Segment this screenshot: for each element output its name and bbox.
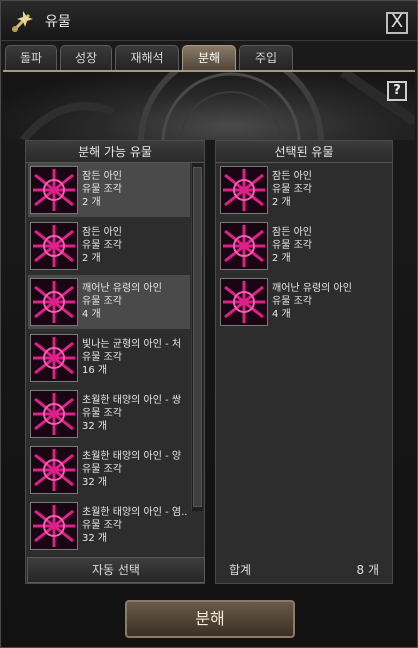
item-name: 잠든 아인 [82,227,122,238]
item-count: 32 개 [82,533,108,544]
disassemble-button[interactable]: 분해 [125,600,295,638]
item-count: 32 개 [82,421,108,432]
list-item[interactable]: 잠든 아인 유물 조각 2 개 [28,219,190,273]
relic-shard-icon [30,278,78,326]
list-item[interactable]: 초월한 태양의 아인 - 쌍 유물 조각 32 개 [28,387,190,441]
item-type: 유물 조각 [82,184,122,195]
close-button[interactable]: X [386,12,408,34]
selected-relics-panel: 선택된 유물 잠든 아인 유물 조각 2 개 잠든 아인 유물 조각 2 개 깨… [215,140,393,584]
banner-background [3,72,415,140]
item-count: 4 개 [82,309,101,320]
total-row: 합계 8 개 [215,557,393,583]
item-name: 잠든 아인 [272,227,312,238]
tab-reinterpret[interactable]: 재해석 [115,45,179,71]
list-item[interactable]: 잠든 아인 유물 조각 2 개 [218,163,380,217]
list-item[interactable]: 초월한 태양의 아인 - 양 유물 조각 32 개 [28,443,190,497]
total-value: 8 개 [356,563,380,577]
item-name: 초월한 태양의 아인 - 염.. [82,507,188,518]
list-item[interactable]: 초월한 태양의 아인 - 염.. 유물 조각 32 개 [28,499,190,553]
tab-bar: 돌파 성장 재해석 분해 주입 [1,45,417,71]
item-name: 빛나는 균형의 아인 - 처 [82,339,182,350]
relic-shard-icon [220,166,268,214]
available-relics-panel: 분해 가능 유물 잠든 아인 유물 조각 2 개 잠든 아인 유물 조각 2 개 [25,140,205,584]
item-type: 유물 조각 [272,240,312,251]
item-name: 깨어난 유령의 아인 [272,283,352,294]
item-type: 유물 조각 [82,352,122,363]
item-name: 잠든 아인 [82,171,122,182]
item-type: 유물 조각 [82,520,122,531]
relic-window: 유물 X 돌파 성장 재해석 분해 주입 ? 분해 가능 유물 잠든 아인 유물… [0,0,418,648]
item-count: 2 개 [82,253,101,264]
item-name: 초월한 태양의 아인 - 양 [82,451,182,462]
item-name: 초월한 태양의 아인 - 쌍 [82,395,182,406]
relic-shard-icon [30,502,78,550]
list-item[interactable]: 잠든 아인 유물 조각 2 개 [218,219,380,273]
relic-shard-icon [30,334,78,382]
available-relics-title: 분해 가능 유물 [26,141,204,163]
item-type: 유물 조각 [272,296,312,307]
relic-shard-icon [30,390,78,438]
item-type: 유물 조각 [82,240,122,251]
list-item[interactable]: 깨어난 유령의 아인 유물 조각 4 개 [218,275,380,329]
tab-inject[interactable]: 주입 [239,45,293,71]
list-item[interactable]: 빛나는 균형의 아인 - 처 유물 조각 16 개 [28,331,190,385]
item-count: 2 개 [272,197,291,208]
relic-shard-icon [30,446,78,494]
item-type: 유물 조각 [82,408,122,419]
help-button[interactable]: ? [387,81,407,101]
tab-disassemble[interactable]: 분해 [182,45,236,71]
window-title: 유물 [45,14,71,30]
relic-shard-icon [220,278,268,326]
list-item[interactable]: 잠든 아인 유물 조각 2 개 [28,163,190,217]
tab-growth[interactable]: 성장 [60,45,112,71]
selected-relics-title: 선택된 유물 [216,141,392,163]
relic-shard-icon [30,166,78,214]
relic-shard-icon [220,222,268,270]
item-name: 깨어난 유령의 아인 [82,283,162,294]
scroll-thumb[interactable] [193,167,202,507]
item-type: 유물 조각 [82,464,122,475]
total-label: 합계 [229,563,252,577]
list-item[interactable]: 깨어난 유령의 아인 유물 조각 4 개 [28,275,190,329]
title-bar: 유물 X [1,1,417,41]
tab-breakthrough[interactable]: 돌파 [5,45,57,71]
item-count: 2 개 [82,197,101,208]
auto-select-button[interactable]: 자동 선택 [27,557,205,583]
item-type: 유물 조각 [82,296,122,307]
item-count: 16 개 [82,365,108,376]
item-type: 유물 조각 [272,184,312,195]
relic-icon [9,7,37,35]
item-count: 4 개 [272,309,291,320]
item-count: 32 개 [82,477,108,488]
item-name: 잠든 아인 [272,171,312,182]
item-count: 2 개 [272,253,291,264]
list-scrollbar[interactable] [191,163,203,511]
relic-shard-icon [30,222,78,270]
